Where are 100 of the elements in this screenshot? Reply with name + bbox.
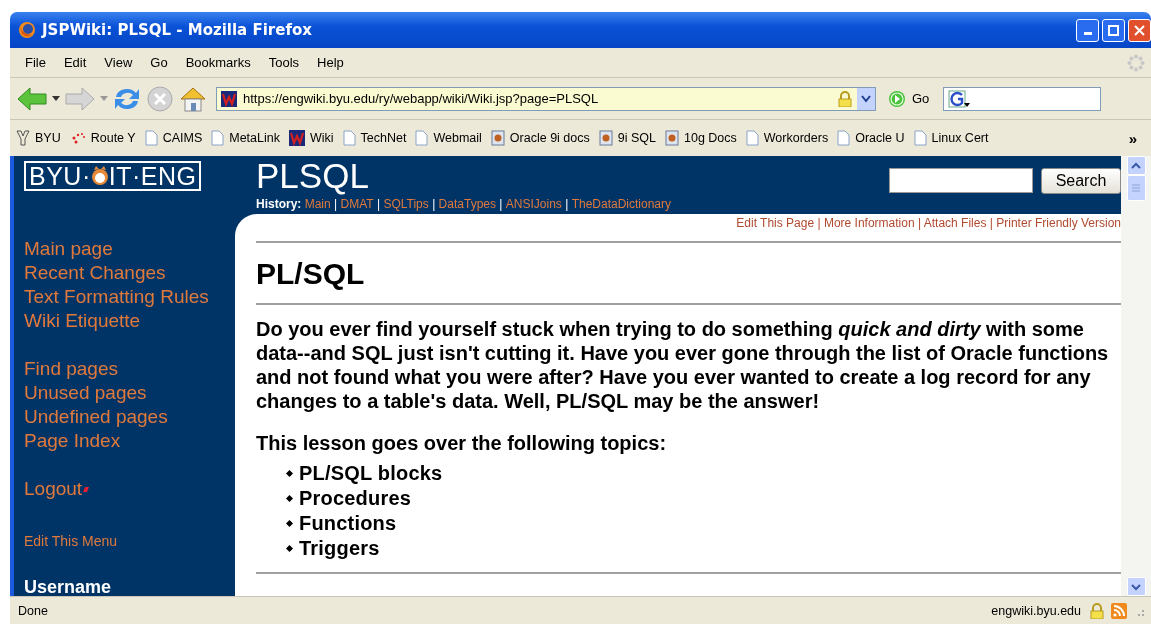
scroll-down-button[interactable] [1126, 577, 1146, 596]
bookmark-item[interactable]: Workorders [745, 130, 829, 146]
status-domain: engwiki.byu.edu [991, 603, 1081, 618]
chevron-down-icon [1131, 582, 1141, 591]
stop-icon[interactable] [146, 84, 174, 113]
menu-item[interactable]: Edit [54, 55, 96, 70]
sidebar-link[interactable]: Page Index [24, 429, 235, 453]
edit-menu-link[interactable]: Edit This Menu [24, 529, 235, 553]
go-button[interactable]: Go [888, 89, 930, 108]
page-heading: PL/SQL [256, 257, 366, 291]
page-action-link[interactable]: Printer Friendly Version [996, 216, 1121, 230]
bookmark-item[interactable]: CAIMS [144, 130, 203, 146]
page-icon [745, 130, 759, 146]
sidebar-link[interactable]: Find pages [24, 357, 235, 381]
address-field[interactable]: https://engwiki.byu.edu/ry/webapp/wiki/Wiki.jsp?page=PLSQL [216, 86, 876, 111]
bookmark-item[interactable]: 9i SQL [598, 130, 656, 146]
bookmark-item[interactable]: BYU [16, 130, 61, 146]
bookmark-item[interactable]: Wiki [289, 130, 334, 146]
minimize-icon [1083, 32, 1092, 35]
window-title: JSPWiki: PLSQL - Mozilla Firefox [42, 21, 313, 39]
separator: | [432, 197, 436, 211]
bookmark-item[interactable]: Route Y [69, 130, 136, 146]
bookmark-item[interactable]: Webmail [415, 130, 482, 146]
page-icon [913, 130, 927, 146]
search-field[interactable] [943, 86, 1102, 111]
throbber-icon [1127, 53, 1145, 72]
page-icon [144, 130, 158, 146]
maximize-icon [1108, 24, 1119, 36]
bullet-icon [286, 520, 293, 527]
sidebar-link[interactable]: Logout [24, 477, 83, 501]
bookmark-item[interactable]: TechNet [342, 130, 407, 146]
bookmark-item[interactable]: MetaLink [211, 130, 280, 146]
page-title: PLSQL [256, 156, 369, 196]
search-button[interactable]: Search [1041, 168, 1121, 194]
search-engine-icon[interactable] [948, 89, 971, 108]
search-field[interactable] [889, 168, 1033, 193]
topic-item: PL/SQL blocks [299, 461, 443, 486]
lock-icon [1089, 602, 1105, 619]
history-link[interactable]: TheDataDictionary [571, 197, 671, 211]
bullet-icon [286, 470, 293, 477]
dropdown-caret-icon[interactable] [52, 95, 60, 102]
sidebar-link[interactable]: Main page [24, 237, 235, 261]
scroll-up-button[interactable] [1126, 156, 1146, 175]
username-label: Username [24, 576, 113, 599]
history-label: History: [256, 197, 302, 211]
history-link[interactable]: SQLTips [383, 197, 429, 211]
bookmark-item[interactable]: 10g Docs [665, 130, 737, 146]
history-link[interactable]: DataTypes [438, 197, 496, 211]
bookmark-item[interactable]: Linux Cert [913, 130, 989, 146]
page-action-link[interactable]: Edit This Page [736, 216, 815, 230]
page-action-link[interactable]: More Information [823, 216, 915, 230]
page-icon [837, 130, 851, 146]
sidebar-link[interactable]: Recent Changes [24, 261, 235, 285]
menu-item[interactable]: Bookmarks [176, 55, 260, 70]
close-icon [1134, 24, 1145, 36]
grip-icon [1132, 184, 1140, 192]
chevron-down-icon [861, 94, 871, 103]
separator: | [989, 216, 993, 230]
sidebar-link[interactable]: Wiki Etiquette [24, 309, 235, 333]
separator: | [917, 216, 922, 230]
sidebar-link[interactable]: Unused pages [24, 381, 235, 405]
wiki-favicon-icon [221, 90, 237, 107]
more-bookmarks-button[interactable]: » [1128, 129, 1137, 147]
page-icon [342, 130, 356, 146]
page-action-link[interactable]: Attach Files [923, 216, 987, 230]
separator: | [376, 197, 381, 211]
topic-item: Triggers [299, 536, 380, 561]
separator: | [565, 197, 569, 211]
sidebar-link[interactable]: Text Formatting Rules [24, 285, 235, 309]
separator: | [499, 197, 503, 211]
firefox-icon [18, 21, 36, 39]
menu-item[interactable]: View [95, 55, 142, 70]
history-link[interactable]: DMAT [340, 197, 374, 211]
maximize-button[interactable] [1102, 18, 1125, 42]
separator: | [334, 197, 338, 211]
bookmark-item[interactable]: Oracle 9i docs [490, 130, 590, 146]
dropdown-button[interactable] [857, 87, 875, 110]
document-icon [598, 130, 613, 146]
document-icon [490, 130, 505, 146]
separator: | [817, 216, 821, 230]
sidebar-link[interactable]: Undefined pages [24, 405, 235, 429]
menu-item[interactable]: Help [308, 55, 353, 70]
play-icon [888, 89, 906, 108]
scroll-thumb[interactable] [1126, 175, 1146, 201]
bookmark-item[interactable]: Oracle U [837, 130, 905, 146]
page-icon [211, 130, 225, 146]
history-link[interactable]: Main [304, 197, 331, 211]
minimize-button[interactable] [1076, 18, 1099, 42]
bullet-icon [286, 545, 293, 552]
history-link[interactable]: ANSIJoins [505, 197, 562, 211]
menu-item[interactable]: File [16, 55, 55, 70]
close-button[interactable] [1128, 18, 1151, 42]
logout-icon [82, 485, 90, 493]
site-logo[interactable]: BYU· IT·ENG [24, 161, 202, 191]
scrollbar[interactable] [1121, 156, 1151, 596]
topic-item: Functions [299, 511, 397, 536]
menu-item[interactable]: Go [141, 55, 177, 70]
rss-icon[interactable] [1111, 602, 1127, 619]
status-text: Done [18, 603, 48, 618]
menu-item[interactable]: Tools [259, 55, 309, 70]
